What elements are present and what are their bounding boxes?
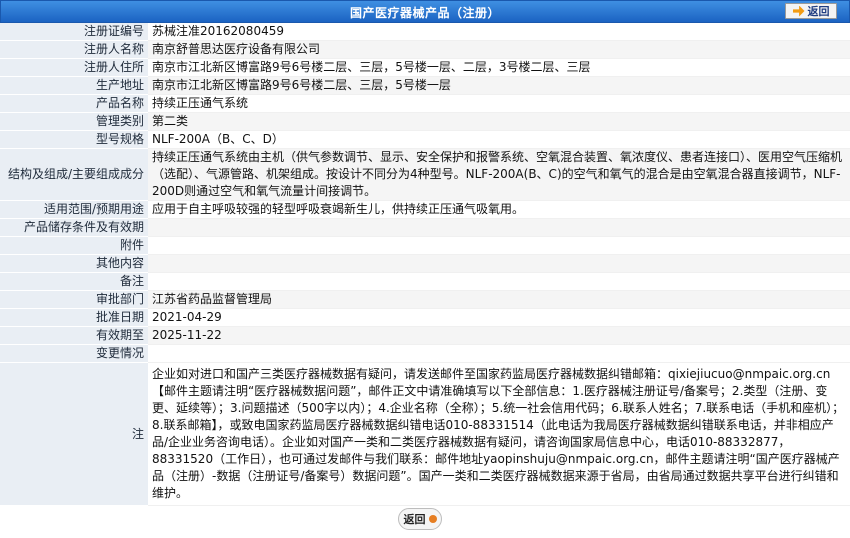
table-row: 其他内容: [0, 254, 850, 273]
table-row: 管理类别 第二类: [0, 112, 850, 131]
field-value: 南京舒普思达医疗设备有限公司: [148, 40, 850, 59]
field-value: 第二类: [148, 112, 850, 131]
field-label: 其他内容: [0, 254, 148, 273]
product-info-table: 注册证编号 苏械注准20162080459 注册人名称 南京舒普思达医疗设备有限公司注…: [0, 23, 850, 506]
field-value: [148, 272, 850, 291]
field-label: 批准日期: [0, 308, 148, 327]
table-row: 产品储存条件及有效期: [0, 218, 850, 237]
field-value: 南京市江北新区博富路9号6号楼二层、三层，5号楼一层: [148, 76, 850, 95]
table-row: 适用范围/预期用途 应用于自主呼吸较强的轻型呼吸衰竭新生儿，供持续正压通气吸氧用。: [0, 200, 850, 219]
circle-icon: [428, 515, 437, 523]
field-value: 持续正压通气系统: [148, 94, 850, 113]
field-label: 结构及组成/主要组成成分: [0, 148, 148, 201]
table-row: 备注: [0, 272, 850, 291]
page: 国产医疗器械产品（注册） 返回 注册证编号 苏械注准20162080459 注册人名…: [0, 0, 850, 538]
table-row: 注册证编号 苏械注准20162080459: [0, 23, 850, 41]
notes-label: 注: [0, 362, 148, 506]
table-row: 产品名称 持续正压通气系统: [0, 94, 850, 113]
table-row: 型号规格 NLF-200A（B、C、D）: [0, 130, 850, 149]
field-label: 适用范围/预期用途: [0, 200, 148, 219]
table-row: 变更情况: [0, 344, 850, 363]
field-label: 生产地址: [0, 76, 148, 95]
back-button-top-label: 返回: [807, 5, 830, 18]
field-value: NLF-200A（B、C、D）: [148, 130, 850, 149]
table-row: 有效期至 2025-11-22: [0, 326, 850, 345]
arrow-right-icon: [792, 5, 805, 17]
back-button-bottom[interactable]: 返回: [398, 508, 442, 530]
notes-text: 企业如对进口和国产三类医疗器械数据有疑问，请发送邮件至国家药监局医疗器械数据纠错…: [148, 362, 850, 506]
notes-row: 注企业如对进口和国产三类医疗器械数据有疑问，请发送邮件至国家药监局医疗器械数据纠…: [0, 362, 850, 506]
table-row: 审批部门 江苏省药品监督管理局: [0, 290, 850, 309]
field-label: 注册人住所: [0, 58, 148, 77]
page-title: 国产医疗器械产品（注册）: [349, 6, 500, 20]
field-value: 应用于自主呼吸较强的轻型呼吸衰竭新生儿，供持续正压通气吸氧用。: [148, 200, 850, 219]
field-label: 型号规格: [0, 130, 148, 149]
table-row: 结构及组成/主要组成成分 持续正压通气系统由主机（供气参数调节、显示、安全保护和报…: [0, 148, 850, 201]
back-button-top[interactable]: 返回: [785, 3, 837, 19]
field-label: 备注: [0, 272, 148, 291]
field-value: 2021-04-29: [148, 308, 850, 327]
table-row: 注册人住所 南京市江北新区博富路9号6号楼二层、三层，5号楼一层、二层，3号楼二层…: [0, 58, 850, 77]
field-label: 有效期至: [0, 326, 148, 345]
field-value: 南京市江北新区博富路9号6号楼二层、三层，5号楼一层、二层，3号楼二层、三层: [148, 58, 850, 77]
field-label: 管理类别: [0, 112, 148, 131]
table-row: 注册人名称 南京舒普思达医疗设备有限公司: [0, 40, 850, 59]
field-label: 产品储存条件及有效期: [0, 218, 148, 237]
field-value: [148, 218, 850, 237]
field-label: 产品名称: [0, 94, 148, 113]
field-label: 附件: [0, 236, 148, 255]
field-value: 持续正压通气系统由主机（供气参数调节、显示、安全保护和报警系统、空氧混合装置、氧…: [148, 148, 850, 201]
table-row: 生产地址 南京市江北新区博富路9号6号楼二层、三层，5号楼一层: [0, 76, 850, 95]
field-value: [148, 344, 850, 363]
field-label: 变更情况: [0, 344, 148, 363]
field-label: 注册证编号: [0, 23, 148, 41]
field-value: 苏械注准20162080459: [148, 23, 850, 41]
field-value: 江苏省药品监督管理局: [148, 290, 850, 309]
table-row: 批准日期 2021-04-29: [0, 308, 850, 327]
title-bar: 国产医疗器械产品（注册） 返回: [0, 0, 850, 23]
back-button-bottom-label: 返回: [403, 513, 426, 526]
field-label: 注册人名称: [0, 40, 148, 59]
table-row: 附件: [0, 236, 850, 255]
field-value: 2025-11-22: [148, 326, 850, 345]
field-value: [148, 236, 850, 255]
field-label: 审批部门: [0, 290, 148, 309]
field-value: [148, 254, 850, 273]
